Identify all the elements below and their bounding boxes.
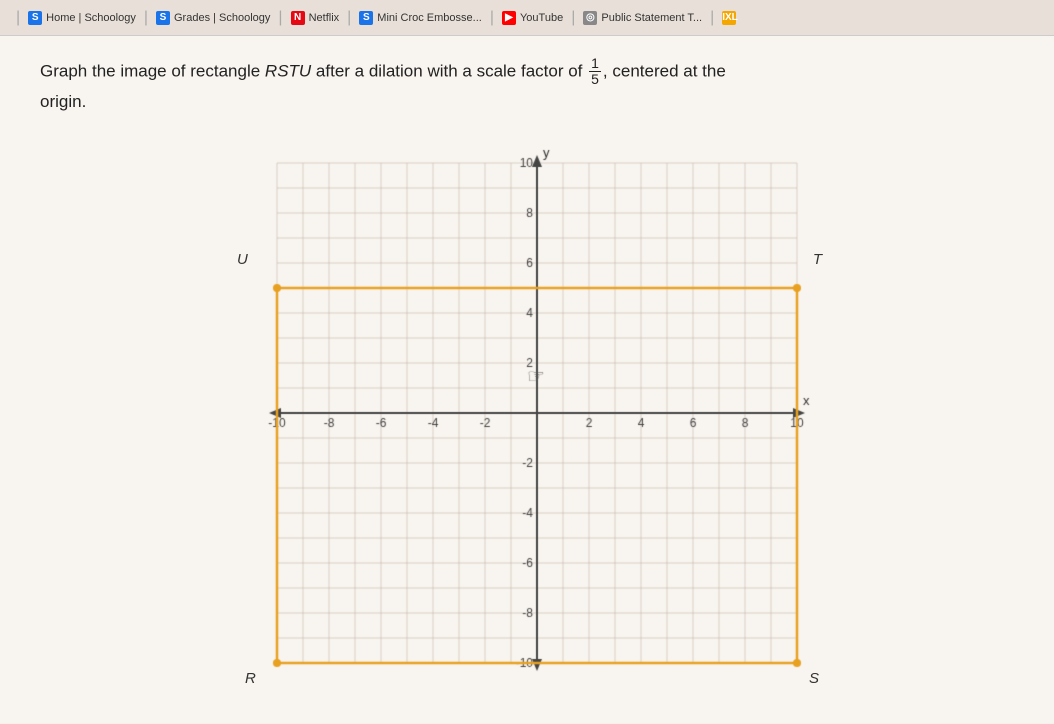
tab-grades-schoology[interactable]: S Grades | Schoology: [156, 11, 270, 25]
vertex-u-label: U: [237, 251, 248, 268]
fraction-numerator: 1: [589, 56, 601, 72]
problem-text-before: Graph the image of rectangle: [40, 61, 265, 80]
vertex-r-label: R: [245, 670, 256, 687]
favicon-netflix: N: [291, 11, 305, 25]
vertex-s-label: S: [809, 670, 819, 687]
tab-public-statement[interactable]: ◎ Public Statement T...: [583, 11, 702, 25]
tab-mini-croc[interactable]: S Mini Croc Embosse...: [359, 11, 482, 25]
favicon-mini-croc: S: [359, 11, 373, 25]
favicon-schoology2: S: [156, 11, 170, 25]
favicon-youtube: ▶: [502, 11, 516, 25]
graph-area[interactable]: U T R S: [227, 133, 827, 703]
tab-home-schoology[interactable]: S Home | Schoology: [28, 11, 136, 25]
favicon-pub: ◎: [583, 11, 597, 25]
tab-ixl[interactable]: IXL: [722, 11, 736, 25]
coordinate-graph[interactable]: [227, 133, 827, 703]
shape-name: RSTU: [265, 61, 311, 80]
fraction-denominator: 5: [589, 72, 601, 87]
favicon-ixl: IXL: [722, 11, 736, 25]
problem-text-middle: after a dilation with a scale factor of: [311, 61, 587, 80]
scale-factor-fraction: 15: [589, 56, 601, 88]
problem-text-after: , centered at the: [603, 61, 726, 80]
vertex-t-label: T: [813, 251, 822, 268]
tab-youtube[interactable]: ▶ YouTube: [502, 11, 563, 25]
browser-bar: | S Home | Schoology | S Grades | School…: [0, 0, 1054, 36]
problem-statement: Graph the image of rectangle RSTU after …: [40, 56, 940, 117]
main-content: Graph the image of rectangle RSTU after …: [0, 36, 1054, 723]
favicon-schoology1: S: [28, 11, 42, 25]
tab-netflix[interactable]: N Netflix: [291, 11, 340, 25]
problem-text-origin: origin.: [40, 92, 86, 111]
